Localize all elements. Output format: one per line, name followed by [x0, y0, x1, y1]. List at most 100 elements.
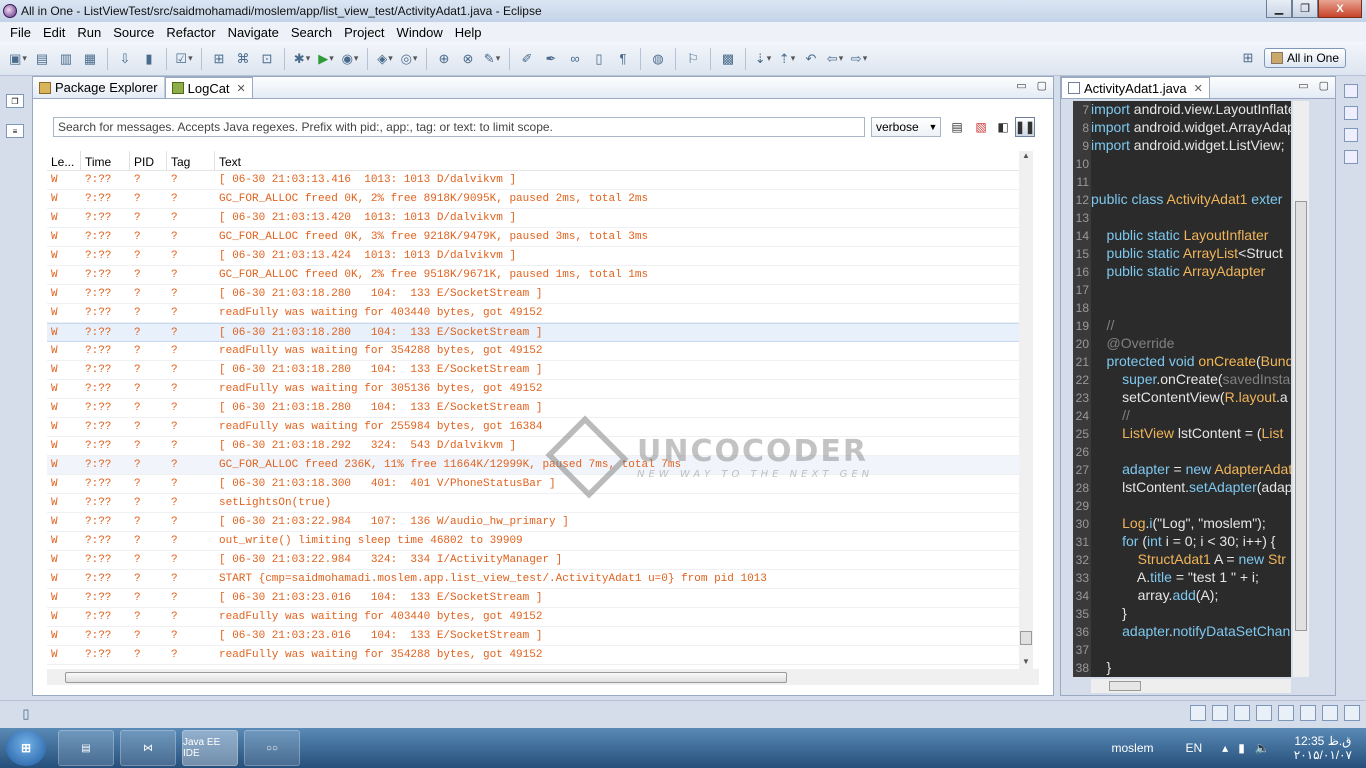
log-row[interactable]: W?:???? [ 06-30 21:03:18.280 104: 133 E/S… [47, 323, 1025, 342]
volume-icon[interactable]: 🔈 [1255, 741, 1270, 755]
minimize-view-icon[interactable]: ▭ [1016, 79, 1026, 92]
back-icon[interactable]: ⇦ [826, 50, 844, 68]
tasks-icon[interactable]: ☑ [175, 50, 193, 68]
save-icon[interactable]: ▤ [33, 50, 51, 68]
pause-icon[interactable]: ❚❚ [1015, 117, 1035, 137]
scroll-thumb[interactable] [1020, 631, 1032, 645]
new-icon[interactable]: ▣ [9, 50, 27, 68]
console-icon[interactable] [1190, 705, 1206, 721]
scroll-thumb[interactable] [1295, 201, 1307, 631]
new-class-icon[interactable]: ⌘ [234, 50, 252, 68]
avd-manager-icon[interactable]: ▮ [140, 50, 158, 68]
log-row[interactable]: W?:???? [ 06-30 21:03:13.424 1013: 1013 D… [47, 247, 1025, 266]
toggle-filters-icon[interactable]: ◧ [993, 117, 1013, 137]
tab-logcat[interactable]: LogCat ✕ [164, 77, 253, 98]
menu-file[interactable]: File [4, 25, 37, 40]
menu-run[interactable]: Run [71, 25, 107, 40]
new-xml-icon[interactable]: ⊡ [258, 50, 276, 68]
annotation-icon[interactable]: ✐ [518, 50, 536, 68]
snippets-icon[interactable] [1278, 705, 1294, 721]
log-row[interactable]: W?:???? [ 06-30 21:03:18.280 104: 133 E/S… [47, 361, 1025, 380]
column-pid[interactable]: PID [130, 151, 167, 170]
open-perspective-icon[interactable]: ⊞ [1239, 49, 1257, 67]
explorer-task-icon[interactable]: ▤ [58, 730, 114, 766]
tasks-icon[interactable] [1322, 705, 1338, 721]
prev-annotation-icon[interactable]: ⇡ [778, 50, 796, 68]
visual-studio-task-icon[interactable]: ⋈ [120, 730, 176, 766]
sdk-manager-icon[interactable]: ⇩ [116, 50, 134, 68]
minimize-view-icon[interactable]: ▭ [1298, 79, 1308, 92]
log-row[interactable]: W?:???? readFully was waiting for 403440 … [47, 608, 1025, 627]
open-type-icon[interactable]: ⊕ [435, 50, 453, 68]
device-icon[interactable] [1344, 106, 1358, 120]
column-level[interactable]: Le... [47, 151, 81, 170]
tab-activityadat1[interactable]: ActivityAdat1.java ✕ [1061, 77, 1210, 98]
log-row[interactable]: W?:????[ 06-30 21:03:18.300 401: 401 V/P… [47, 475, 1025, 494]
pen-icon[interactable]: ✒ [542, 50, 560, 68]
android-icon[interactable]: ▩ [719, 50, 737, 68]
menu-window[interactable]: Window [391, 25, 449, 40]
log-row[interactable]: W?:???? readFully was waiting for 403440 … [47, 304, 1025, 323]
menu-search[interactable]: Search [285, 25, 338, 40]
maximize-view-icon[interactable]: ▢ [1319, 79, 1329, 92]
search-tool-icon[interactable]: ✎ [483, 50, 501, 68]
log-row[interactable]: W?:???? out_write() limiting sleep time 4… [47, 532, 1025, 551]
fast-view-icon[interactable]: ▯ [17, 705, 35, 723]
log-row[interactable]: W?:???? [ 06-30 21:03:18.280 104: 133 E/S… [47, 399, 1025, 418]
properties-icon[interactable] [1212, 705, 1228, 721]
other-task-icon[interactable]: ○○ [244, 730, 300, 766]
debug-icon[interactable]: ✱ [293, 50, 311, 68]
link-icon[interactable]: ∞ [566, 50, 584, 68]
log-row[interactable]: W?:????[ 06-30 21:03:18.292 324: 543 D/d… [47, 437, 1025, 456]
scroll-thumb[interactable] [65, 672, 787, 683]
log-row[interactable]: W?:???? [ 06-30 21:03:22.984 107: 136 W/a… [47, 513, 1025, 532]
maximize-button[interactable]: ❐ [1292, 0, 1318, 18]
log-row[interactable]: W?:???? [ 06-30 21:03:13.416 1013: 1013 D… [47, 171, 1025, 190]
log-row[interactable]: W?:???? GC_FOR_ALLOC freed 236K, 11% free… [47, 456, 1025, 475]
restore-icon[interactable]: ❐ [6, 94, 24, 108]
tray-user[interactable]: moslem [1111, 741, 1153, 755]
data-source-icon[interactable] [1256, 705, 1272, 721]
menu-navigate[interactable]: Navigate [222, 25, 285, 40]
menu-refactor[interactable]: Refactor [160, 25, 221, 40]
external-tools-icon[interactable]: ◉ [341, 50, 359, 68]
open-resource-icon[interactable]: ⊗ [459, 50, 477, 68]
network-icon[interactable]: ▮ [1238, 741, 1245, 755]
print-icon[interactable]: ▦ [81, 50, 99, 68]
close-tab-icon[interactable]: ✕ [1194, 82, 1203, 95]
log-vertical-scrollbar[interactable]: ▲ ▼ [1019, 151, 1033, 671]
log-row[interactable]: W?:???? readFully was waiting for 305136 … [47, 380, 1025, 399]
editor-vertical-scrollbar[interactable] [1293, 101, 1309, 677]
tab-package-explorer[interactable]: Package Explorer [33, 77, 165, 98]
close-tab-icon[interactable]: ✕ [237, 82, 246, 95]
menu-help[interactable]: Help [449, 25, 488, 40]
restore-icon[interactable] [1344, 84, 1358, 98]
log-row[interactable]: W?:???? readFully was waiting for 354288 … [47, 342, 1025, 361]
tray-clock[interactable]: 12:35 ق.ظ ۲۰۱۵/۰۱/۰۷ [1294, 734, 1352, 762]
log-row[interactable]: W?:???? [ 06-30 21:03:18.280 104: 133 E/S… [47, 285, 1025, 304]
maximize-view-icon[interactable]: ▢ [1037, 79, 1047, 92]
toggle-mark-icon[interactable]: ⚐ [684, 50, 702, 68]
new-project-icon[interactable]: ⊞ [210, 50, 228, 68]
android-icon[interactable] [1344, 128, 1358, 142]
editor-horizontal-scrollbar[interactable] [1091, 679, 1291, 693]
save-log-icon[interactable]: ▤ [947, 117, 967, 137]
tray-language[interactable]: EN [1186, 741, 1203, 755]
clear-log-icon[interactable]: ▧ [971, 117, 991, 137]
log-row[interactable]: W?:???? GC_FOR_ALLOC freed 0K, 2% free 89… [47, 190, 1025, 209]
run-icon[interactable]: ▶ [317, 50, 335, 68]
last-edit-icon[interactable]: ↶ [802, 50, 820, 68]
scroll-up-icon[interactable]: ▲ [1019, 151, 1033, 165]
column-text[interactable]: Text [215, 151, 1025, 170]
start-button[interactable]: ⊞ [6, 730, 46, 766]
column-tag[interactable]: Tag [167, 151, 215, 170]
log-row[interactable]: W?:???? [ 06-30 21:03:13.420 1013: 1013 D… [47, 209, 1025, 228]
column-time[interactable]: Time [81, 151, 130, 170]
web-service-icon[interactable]: ◎ [400, 50, 418, 68]
log-horizontal-scrollbar[interactable] [47, 669, 1039, 685]
show-whitespace-icon[interactable]: ¶ [614, 50, 632, 68]
save-all-icon[interactable]: ▥ [57, 50, 75, 68]
search-input[interactable] [53, 117, 865, 137]
minimize-button[interactable]: ▁ [1266, 0, 1292, 18]
menu-project[interactable]: Project [338, 25, 390, 40]
